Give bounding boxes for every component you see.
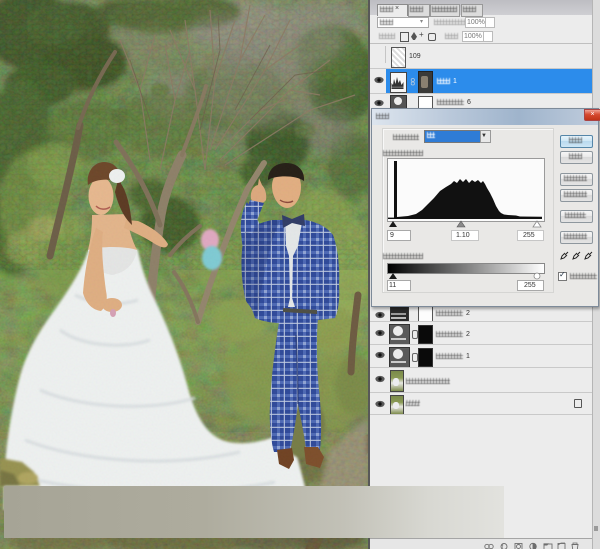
svg-text:f: f (502, 545, 504, 549)
